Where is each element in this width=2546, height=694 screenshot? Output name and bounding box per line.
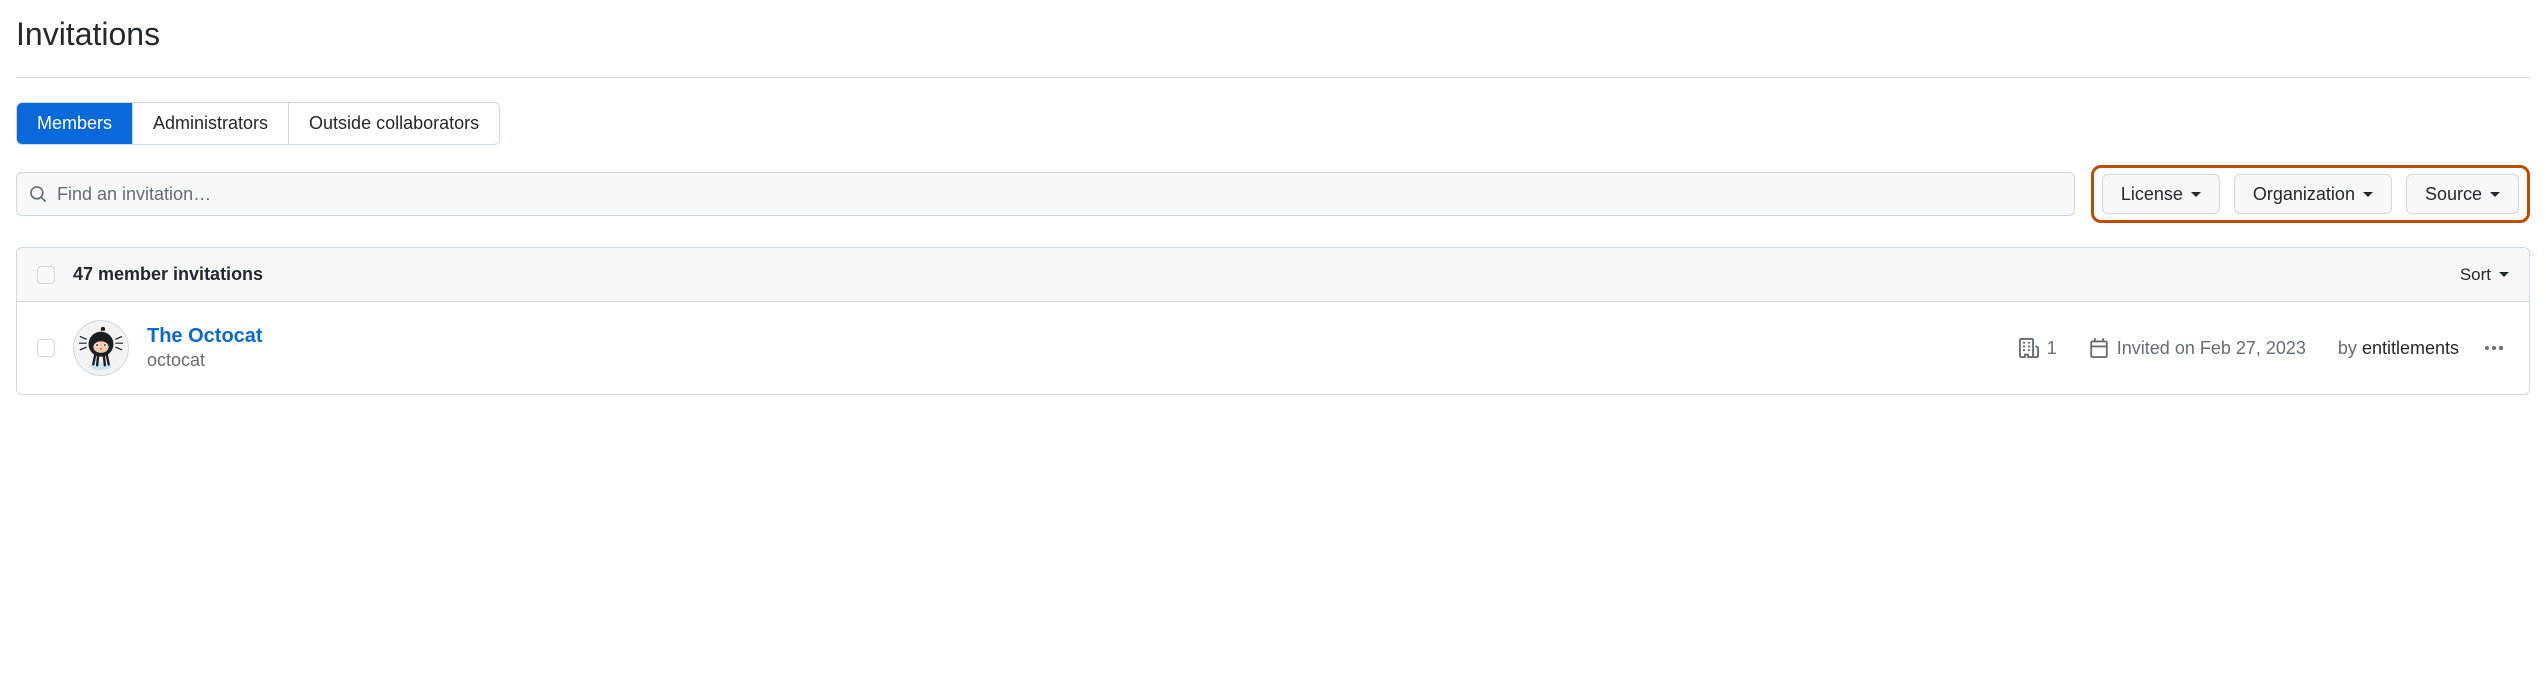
divider — [16, 77, 2530, 78]
by-source: entitlements — [2362, 338, 2459, 358]
calendar-icon — [2089, 338, 2109, 358]
filter-license-label: License — [2121, 184, 2183, 205]
search-filter-row: License Organization Source — [16, 165, 2530, 223]
user-name-link[interactable]: The Octocat — [147, 325, 2019, 348]
sort-label: Sort — [2460, 265, 2491, 285]
invited-date: Invited on Feb 27, 2023 — [2089, 338, 2306, 359]
avatar — [73, 320, 129, 376]
caret-down-icon — [2191, 192, 2201, 197]
row-checkbox[interactable] — [37, 339, 55, 357]
filter-source[interactable]: Source — [2406, 174, 2519, 214]
tab-outside-collaborators[interactable]: Outside collaborators — [289, 103, 499, 144]
octocat-icon — [77, 324, 125, 372]
search-icon — [29, 185, 47, 203]
filter-organization-label: Organization — [2253, 184, 2355, 205]
filter-group-highlight: License Organization Source — [2091, 165, 2530, 223]
search-input[interactable] — [57, 184, 2062, 205]
by-prefix: by — [2338, 338, 2362, 358]
list-header-count: 47 member invitations — [73, 264, 2460, 285]
caret-down-icon — [2363, 192, 2373, 197]
sort-button[interactable]: Sort — [2460, 265, 2509, 285]
invitation-row: The Octocat octocat 1 Invited on Feb 27,… — [17, 302, 2529, 394]
select-all-checkbox[interactable] — [37, 266, 55, 284]
caret-down-icon — [2499, 272, 2509, 277]
invited-date-text: Invited on Feb 27, 2023 — [2117, 338, 2306, 359]
row-meta: 1 Invited on Feb 27, 2023 by entitlement… — [2019, 338, 2459, 359]
org-count: 1 — [2019, 338, 2057, 359]
search-wrapper — [16, 172, 2075, 216]
tab-administrators[interactable]: Administrators — [133, 103, 289, 144]
filter-license[interactable]: License — [2102, 174, 2220, 214]
filter-source-label: Source — [2425, 184, 2482, 205]
invited-by: by entitlements — [2338, 338, 2459, 359]
row-actions-menu[interactable] — [2479, 340, 2509, 356]
organization-icon — [2019, 338, 2039, 358]
invitations-list: 47 member invitations Sort — [16, 247, 2530, 395]
org-count-value: 1 — [2047, 338, 2057, 359]
tab-group: Members Administrators Outside collabora… — [16, 102, 500, 145]
filter-organization[interactable]: Organization — [2234, 174, 2392, 214]
tab-members[interactable]: Members — [17, 103, 133, 144]
user-login: octocat — [147, 350, 2019, 371]
caret-down-icon — [2490, 192, 2500, 197]
page-title: Invitations — [16, 16, 2530, 53]
user-info: The Octocat octocat — [147, 325, 2019, 371]
list-header: 47 member invitations Sort — [17, 248, 2529, 302]
